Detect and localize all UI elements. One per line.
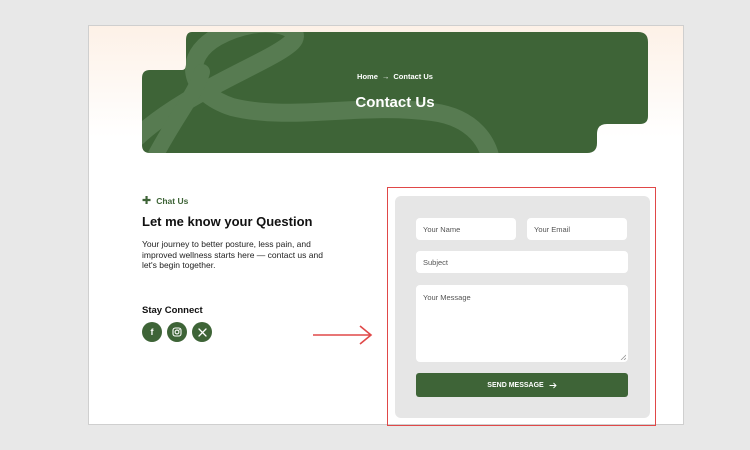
facebook-icon[interactable]: f <box>142 322 162 342</box>
social-title: Stay Connect <box>142 305 203 316</box>
social-links: f <box>142 322 212 342</box>
annotation-arrow-icon <box>313 325 373 345</box>
contact-info: ✚ Chat Us Let me know your Question Your… <box>142 196 332 271</box>
hero-background <box>142 32 648 153</box>
eyebrow: ✚ Chat Us <box>142 195 332 207</box>
page-title: Contact Us <box>355 94 435 111</box>
breadcrumb: Home → Contact Us <box>142 72 648 81</box>
x-icon[interactable] <box>192 322 212 342</box>
plus-icon: ✚ <box>142 195 152 207</box>
hero-banner: Home → Contact Us Contact Us <box>142 32 648 153</box>
breadcrumb-home[interactable]: Home <box>357 72 378 81</box>
breadcrumb-current: Contact Us <box>393 72 433 81</box>
section-description: Your journey to better posture, less pai… <box>142 239 323 270</box>
eyebrow-label: Chat Us <box>156 196 189 206</box>
annotation-highlight-box <box>387 187 656 426</box>
arrow-right-icon: → <box>381 72 390 81</box>
section-heading: Let me know your Question <box>142 214 313 229</box>
instagram-icon[interactable] <box>167 322 187 342</box>
